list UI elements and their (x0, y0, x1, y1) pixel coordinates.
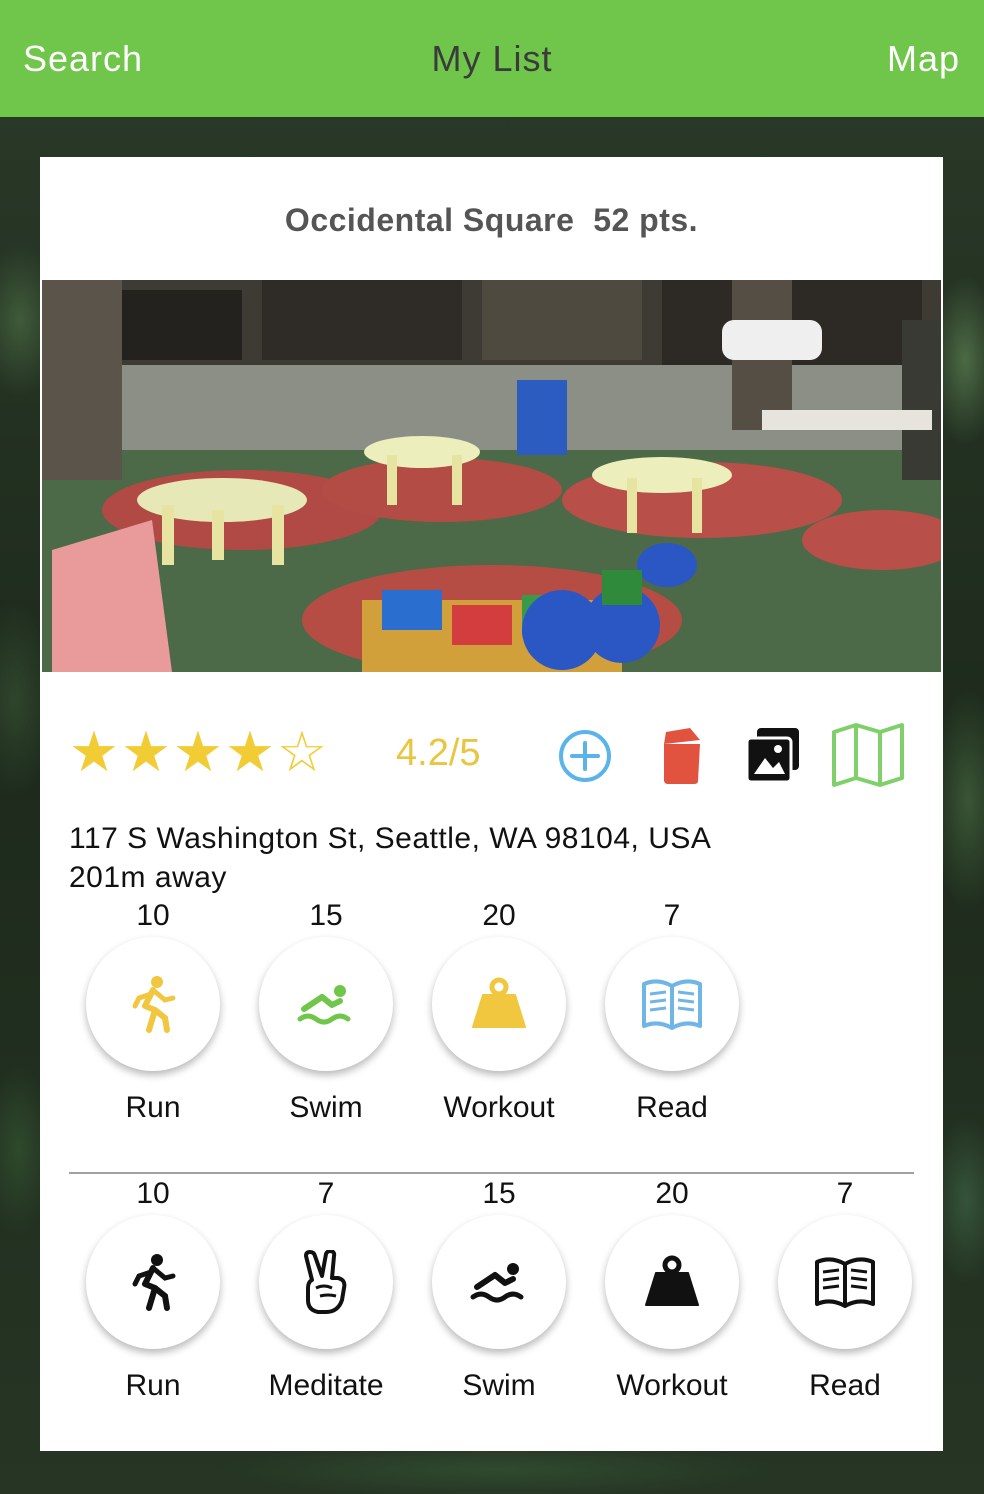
star-filled-icon: ★ (172, 720, 224, 783)
book-icon (815, 1257, 875, 1308)
photos-button[interactable] (745, 726, 803, 789)
activity-label: Workout (443, 1091, 555, 1124)
playground-photo-image (42, 280, 941, 672)
swim-icon (297, 985, 351, 1025)
activity-read: 7 Read (592, 899, 752, 1125)
activity-meditate-button[interactable] (259, 1215, 393, 1349)
activity-label: Read (636, 1091, 708, 1124)
activity-meditate: 7 Meditate (246, 1177, 406, 1403)
activity-swim-button[interactable] (259, 937, 393, 1071)
top-navigation-bar: Search My List Map (0, 0, 984, 117)
book-icon (642, 979, 702, 1030)
activity-run: 10 Run (73, 1177, 233, 1403)
place-name: Occidental Square (284, 202, 575, 238)
activity-points: 7 (836, 1177, 854, 1210)
activity-label: Run (125, 1091, 181, 1124)
activity-label: Swim (462, 1369, 536, 1402)
add-to-list-button[interactable] (556, 727, 614, 790)
run-icon (132, 1254, 176, 1311)
activity-swim: 15 Swim (419, 1177, 579, 1403)
place-card: Occidental Square 52 pts. ★ ★ ★ ★ ☆ 4.2/… (40, 157, 943, 1451)
activity-label: Run (125, 1369, 181, 1402)
photos-icon (745, 728, 799, 784)
activity-points: 15 (482, 1177, 516, 1210)
place-points: 52 pts. (593, 202, 699, 238)
activity-points: 20 (655, 1177, 689, 1210)
place-photo[interactable] (42, 280, 941, 672)
view-map-button[interactable] (830, 722, 906, 793)
activity-points: 10 (136, 1177, 170, 1210)
activity-run: 10 Run (73, 899, 233, 1125)
star-empty-icon: ☆ (276, 720, 328, 783)
activity-workout-button[interactable] (432, 937, 566, 1071)
activity-points: 10 (136, 899, 170, 932)
activity-workout-button[interactable] (605, 1215, 739, 1349)
page-title: My List (431, 38, 553, 79)
star-rating: ★ ★ ★ ★ ☆ (68, 722, 328, 782)
star-filled-icon: ★ (224, 720, 276, 783)
place-title: Occidental Square 52 pts. (40, 202, 943, 239)
weight-icon (645, 1255, 699, 1306)
map-nav-button[interactable]: Map (887, 38, 960, 80)
map-icon (832, 723, 904, 787)
rating-text: 4.2/5 (396, 732, 481, 774)
activity-label: Swim (289, 1091, 363, 1124)
plus-circle-icon (559, 730, 611, 782)
activity-workout: 20 Workout (592, 1177, 752, 1403)
trash-icon (664, 728, 700, 784)
activity-read: 7 Read (765, 1177, 925, 1403)
delete-button[interactable] (656, 726, 706, 791)
activity-read-button[interactable] (778, 1215, 912, 1349)
star-filled-icon: ★ (68, 720, 120, 783)
rating-row: ★ ★ ★ ★ ☆ 4.2/5 (40, 722, 943, 792)
place-distance: 201m away (69, 861, 227, 894)
activity-label: Workout (616, 1369, 728, 1402)
activity-read-button[interactable] (605, 937, 739, 1071)
star-filled-icon: ★ (120, 720, 172, 783)
activity-label: Read (809, 1369, 881, 1402)
activity-points: 7 (317, 1177, 335, 1210)
swim-icon (470, 1263, 524, 1303)
activity-swim-button[interactable] (432, 1215, 566, 1349)
weight-icon (472, 977, 526, 1028)
activity-label: Meditate (268, 1369, 384, 1402)
activity-points: 7 (663, 899, 681, 932)
section-divider (69, 1172, 914, 1174)
activity-swim: 15 Swim (246, 899, 406, 1125)
activity-points: 15 (309, 899, 343, 932)
activity-run-button[interactable] (86, 1215, 220, 1349)
activity-run-button[interactable] (86, 937, 220, 1071)
run-icon (132, 976, 176, 1033)
peace-hand-icon (304, 1250, 347, 1314)
activity-workout: 20 Workout (419, 899, 579, 1125)
place-address: 117 S Washington St, Seattle, WA 98104, … (69, 822, 712, 855)
activity-points: 20 (482, 899, 516, 932)
